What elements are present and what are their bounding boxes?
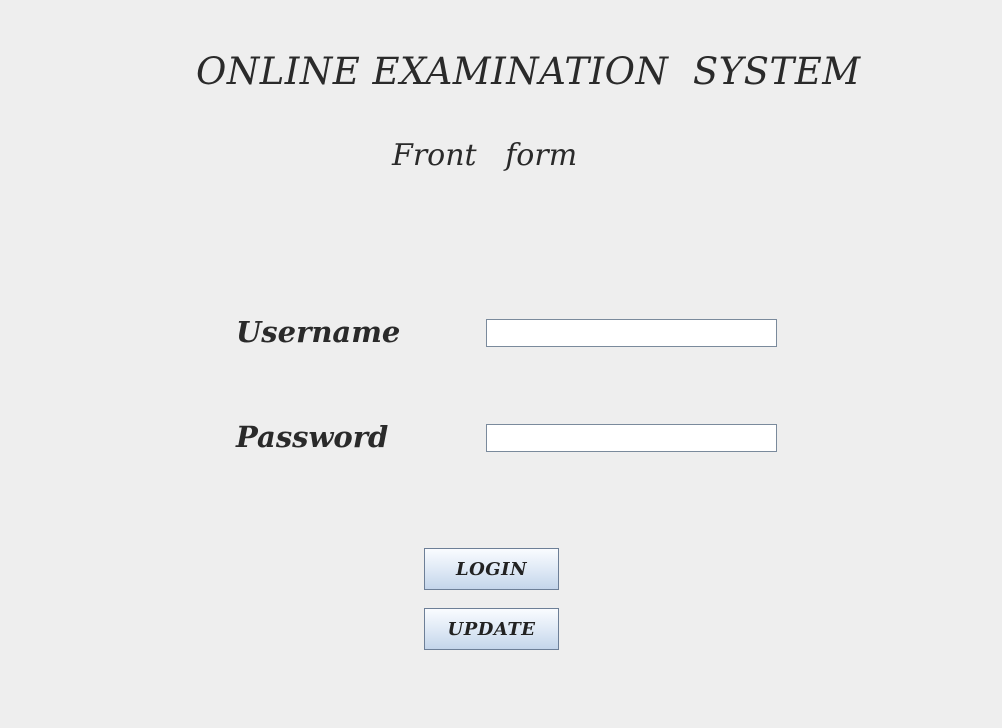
- app-title: ONLINE EXAMINATION SYSTEM: [196, 50, 861, 93]
- update-button[interactable]: UPDATE: [424, 608, 559, 650]
- login-button[interactable]: LOGIN: [424, 548, 559, 590]
- username-input[interactable]: [486, 319, 777, 347]
- password-label: Password: [236, 420, 389, 454]
- username-label: Username: [236, 315, 401, 349]
- form-subtitle: Front form: [392, 138, 578, 173]
- password-input[interactable]: [486, 424, 777, 452]
